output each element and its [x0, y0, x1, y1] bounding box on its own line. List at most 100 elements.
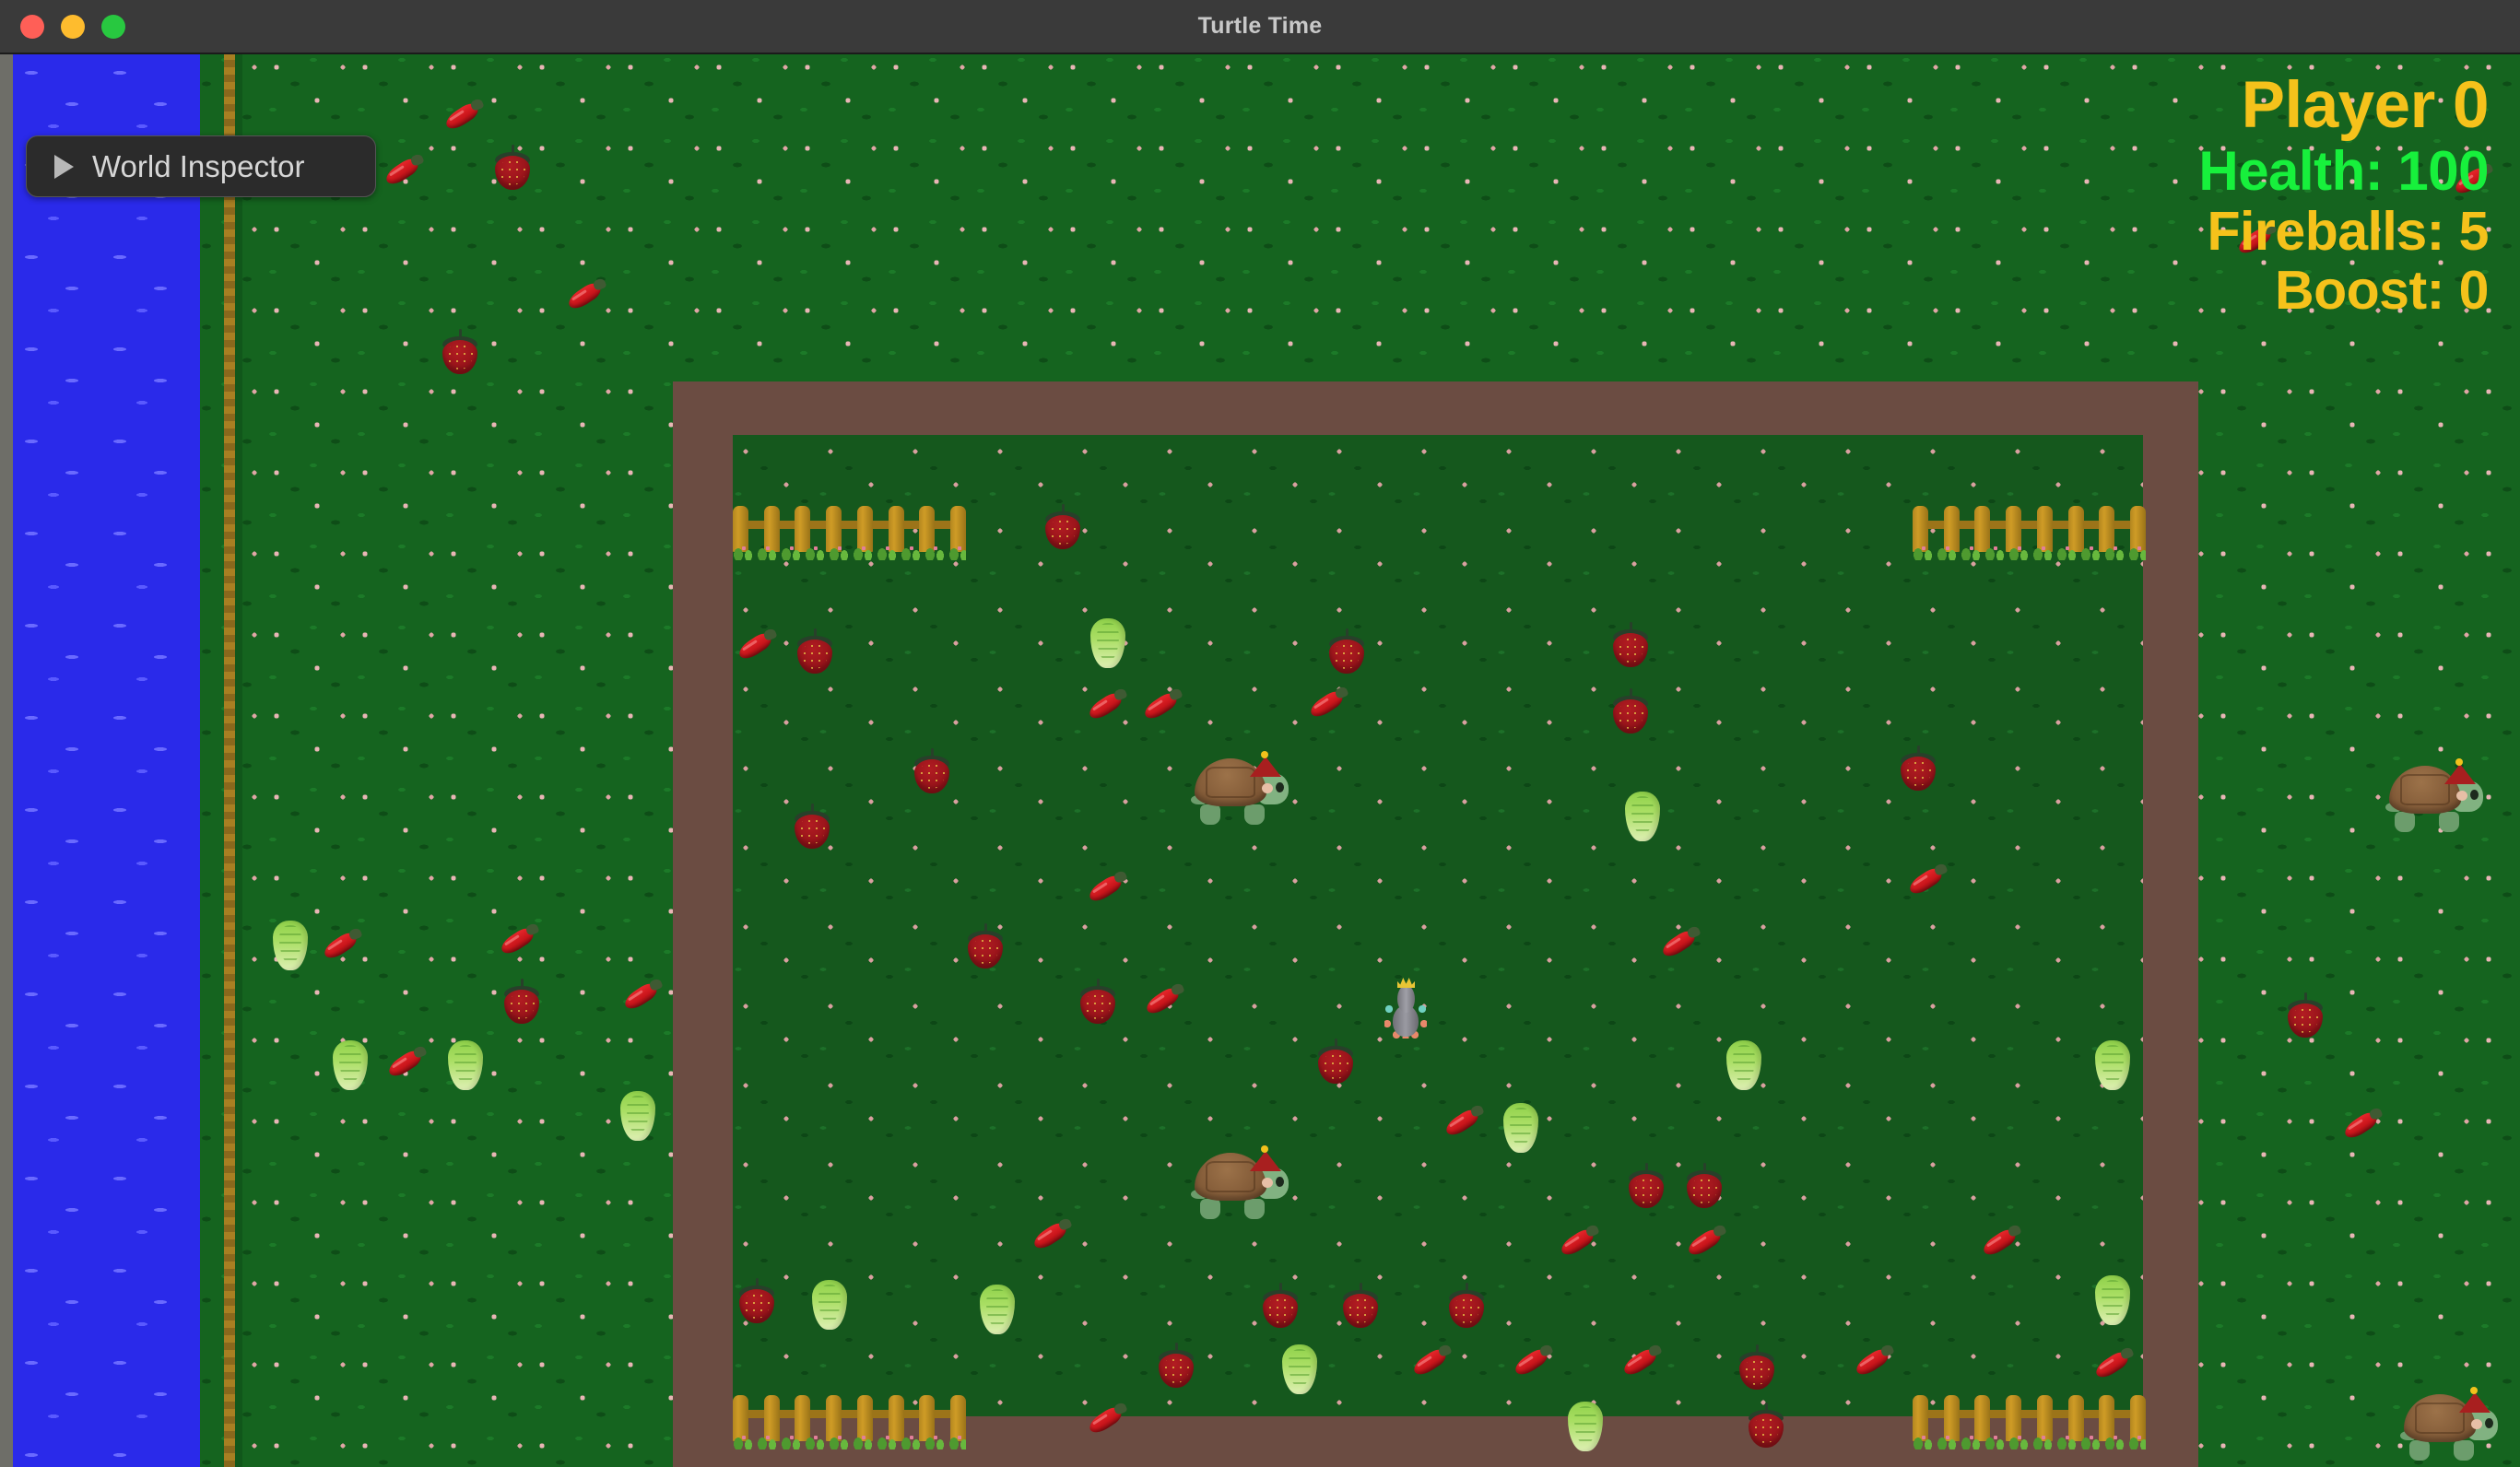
lettuce-item[interactable] [332, 1039, 369, 1092]
chili-item[interactable] [1980, 1223, 2022, 1262]
turtle-eye [2470, 790, 2479, 800]
chili-item[interactable] [442, 97, 485, 135]
chili-item[interactable] [498, 921, 540, 960]
strawberry-item[interactable] [441, 329, 479, 375]
chili-item[interactable] [1443, 1103, 1485, 1142]
chili-item[interactable] [1558, 1223, 1600, 1262]
chili-item[interactable] [1086, 1401, 1128, 1439]
chili-item[interactable] [2452, 161, 2494, 200]
lettuce-item[interactable] [1089, 616, 1126, 670]
chili-item[interactable] [1620, 1343, 1663, 1381]
strawberry-item[interactable] [737, 1278, 776, 1324]
lettuce-head [1282, 1344, 1317, 1394]
minimize-button[interactable] [61, 14, 85, 39]
chili-item[interactable] [1906, 862, 1949, 900]
strawberry-body [1343, 1294, 1378, 1328]
party-hat-icon [2444, 764, 2476, 784]
strawberry-item[interactable] [1627, 1163, 1666, 1209]
strawberry-item[interactable] [1899, 745, 1937, 792]
close-button[interactable] [20, 14, 44, 39]
chili-item[interactable] [1086, 687, 1128, 725]
chili-item[interactable] [1685, 1223, 1727, 1262]
maximize-button[interactable] [101, 14, 125, 39]
turtle-npc-3[interactable] [2400, 1387, 2500, 1462]
party-hat-icon [1250, 1151, 1281, 1171]
crowned-statue[interactable] [1384, 974, 1427, 1040]
strawberry-item[interactable] [502, 979, 541, 1025]
strawberry-item[interactable] [1341, 1283, 1380, 1329]
strawberry-body [504, 990, 539, 1024]
strawberry-item[interactable] [1611, 688, 1650, 734]
strawberry-item[interactable] [2286, 992, 2325, 1039]
strawberry-item[interactable] [1261, 1283, 1300, 1329]
strawberry-item[interactable] [1043, 504, 1082, 550]
lettuce-item[interactable] [1502, 1101, 1539, 1155]
chili-item[interactable] [1410, 1343, 1453, 1381]
party-hat-icon [2459, 1392, 2491, 1413]
strawberry-item[interactable] [1685, 1163, 1724, 1209]
turtle-front-leg [1244, 1199, 1265, 1219]
strawberry-item[interactable] [1327, 628, 1366, 675]
chili-item[interactable] [1141, 687, 1183, 725]
turtle-npc-1[interactable] [1191, 1145, 1290, 1221]
chili-item[interactable] [1143, 981, 1185, 1020]
chili-item[interactable] [736, 627, 778, 665]
chili-item[interactable] [2092, 1345, 2135, 1384]
chili-item[interactable] [2341, 1106, 2384, 1144]
strawberry-item[interactable] [1078, 979, 1117, 1025]
lettuce-item[interactable] [1567, 1400, 1604, 1453]
lettuce-item[interactable] [619, 1089, 656, 1143]
lettuce-item[interactable] [979, 1283, 1016, 1336]
turtle-back-leg [1200, 1199, 1220, 1219]
player-turtle[interactable] [1191, 751, 1290, 827]
turtle-npc-2[interactable] [2385, 758, 2485, 834]
turtle-back-leg [2409, 1440, 2430, 1461]
chili-item[interactable] [383, 152, 425, 191]
lettuce-item[interactable] [1624, 790, 1661, 843]
lettuce-head [448, 1040, 483, 1090]
strawberry-item[interactable] [1737, 1344, 1776, 1391]
party-hat-icon [1250, 757, 1281, 777]
chili-item[interactable] [2235, 221, 2278, 260]
lettuce-head [980, 1285, 1015, 1334]
game-viewport[interactable]: Player 0 Health: 100 Fireballs: 5 Boost:… [0, 53, 2520, 1467]
chili-item[interactable] [1512, 1343, 1554, 1381]
triangle-right-icon[interactable] [54, 154, 74, 179]
strawberry-item[interactable] [1747, 1402, 1785, 1449]
strawberry-item[interactable] [1157, 1343, 1195, 1389]
lettuce-item[interactable] [2094, 1273, 2131, 1327]
lettuce-item[interactable] [1725, 1039, 1762, 1092]
world-inspector-panel[interactable]: World Inspector [26, 135, 376, 197]
lettuce-item[interactable] [447, 1039, 484, 1092]
chili-item[interactable] [1307, 685, 1349, 723]
chili-item[interactable] [1086, 869, 1128, 908]
lettuce-item[interactable] [1281, 1343, 1318, 1396]
chili-item[interactable] [621, 977, 664, 1015]
strawberry-item[interactable] [1611, 622, 1650, 668]
lettuce-item[interactable] [811, 1278, 848, 1332]
lettuce-head [620, 1091, 655, 1141]
strawberry-item[interactable] [1316, 1039, 1355, 1085]
lettuce-item[interactable] [272, 919, 309, 972]
strawberry-body [2288, 1003, 2323, 1038]
fence-grass-tufts [733, 546, 966, 560]
chili-item[interactable] [321, 926, 363, 965]
strawberry-body [1159, 1354, 1194, 1388]
chili-item[interactable] [385, 1044, 428, 1083]
lettuce-head [1090, 618, 1125, 668]
chili-item[interactable] [565, 276, 607, 315]
chili-item[interactable] [1659, 924, 1702, 963]
lettuce-item[interactable] [2094, 1039, 2131, 1092]
strawberry-item[interactable] [795, 628, 834, 675]
strawberry-item[interactable] [913, 748, 951, 794]
chili-item[interactable] [1853, 1343, 1895, 1381]
fence-top-right [1913, 504, 2146, 560]
chili-item[interactable] [1030, 1216, 1073, 1255]
turtle-front-leg [1244, 804, 1265, 825]
strawberry-item[interactable] [493, 145, 532, 191]
path-shadow [235, 53, 242, 1467]
strawberry-item[interactable] [966, 923, 1005, 969]
strawberry-item[interactable] [793, 804, 831, 850]
strawberry-item[interactable] [1447, 1283, 1486, 1329]
strawberry-body [1629, 1174, 1664, 1208]
